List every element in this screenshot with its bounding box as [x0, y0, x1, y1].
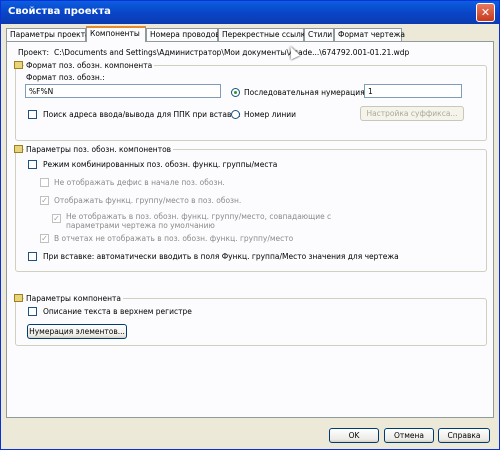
- component-tag-icon: [14, 145, 23, 153]
- line-number-radio[interactable]: [231, 110, 240, 119]
- tab-components[interactable]: Компоненты: [86, 26, 146, 42]
- no-hyphen-checkbox[interactable]: [40, 178, 49, 187]
- close-button[interactable]: ✕: [476, 3, 495, 22]
- component-params-group-title: Параметры компонента: [24, 294, 123, 303]
- project-properties-dialog: Свойства проекта ✕ Параметры проекта Ком…: [0, 0, 500, 450]
- uppercase-label: Описание текста в верхнем регистре: [43, 307, 192, 316]
- ok-button[interactable]: OK: [329, 428, 379, 443]
- combined-mode-label: Режим комбинированных поз. обозн. функц.…: [43, 160, 278, 169]
- help-button[interactable]: Справка: [438, 428, 490, 443]
- cancel-button[interactable]: Отмена: [384, 428, 434, 443]
- format-input[interactable]: %F%N: [25, 84, 221, 98]
- search-ppk-checkbox[interactable]: [28, 110, 37, 119]
- line-number-label: Номер линии: [244, 110, 296, 119]
- reports-label: В отчетах не отображать в поз. обозн. фу…: [54, 234, 294, 243]
- no-hyphen-label: Не отображать дефис в начале поз. обозн.: [54, 178, 225, 187]
- tag-format-group-title: Формат поз. обозн. компонента: [24, 61, 155, 70]
- hide-matching-checkbox[interactable]: ✓: [52, 214, 61, 223]
- tag-params-group-title: Параметры поз. обозн. компонентов: [24, 145, 174, 154]
- project-label: Проект:: [18, 48, 50, 57]
- tab-project-settings[interactable]: Параметры проекта: [6, 28, 90, 41]
- search-ppk-label: Поиск адреса ввода/вывода для ППК при вс…: [43, 110, 241, 119]
- components-panel: Проект: C:\Documents and Settings\Админи…: [6, 41, 494, 418]
- auto-insert-checkbox[interactable]: [28, 252, 37, 261]
- folder-icon: [14, 61, 23, 69]
- radio-selected-dot: [234, 91, 237, 94]
- title-bar: Свойства проекта ✕: [1, 1, 499, 24]
- sequential-radio[interactable]: [231, 88, 240, 97]
- project-path: C:\Documents and Settings\Администратор\…: [54, 48, 410, 57]
- format-label: Формат поз. обозн.:: [26, 73, 105, 82]
- tag-format-group: Формат поз. обозн. компонента Формат поз…: [14, 61, 487, 141]
- sequential-label: Последовательная нумерация:: [244, 88, 368, 97]
- show-func-checkbox[interactable]: ✓: [40, 196, 49, 205]
- hide-matching-label: Не отображать в поз. обозн. функц. групп…: [66, 212, 332, 230]
- suffix-settings-button[interactable]: Настройка суффикса...: [360, 106, 464, 121]
- uppercase-checkbox[interactable]: [28, 307, 37, 316]
- window-title: Свойства проекта: [8, 6, 111, 17]
- tab-drawing-format[interactable]: Формат чертежа: [334, 28, 405, 41]
- component-params-icon: [14, 294, 23, 302]
- reports-checkbox[interactable]: ✓: [40, 234, 49, 243]
- tag-params-group: Параметры поз. обозн. компонентов Режим …: [14, 145, 487, 272]
- combined-mode-checkbox[interactable]: [28, 160, 37, 169]
- tab-wire-numbers[interactable]: Номера проводов: [146, 28, 220, 41]
- show-func-label: Отображать функц. группу/место в поз. об…: [54, 196, 242, 205]
- tab-cross-references[interactable]: Перекрестные ссылки: [218, 28, 310, 41]
- auto-insert-label: При вставке: автоматически вводить в пол…: [43, 252, 399, 261]
- component-params-group: Параметры компонента Описание текста в в…: [14, 294, 487, 346]
- sequential-input[interactable]: 1: [364, 84, 462, 98]
- tab-styles[interactable]: Стили: [304, 28, 334, 41]
- element-numbering-button[interactable]: Нумерация элементов...: [27, 324, 127, 339]
